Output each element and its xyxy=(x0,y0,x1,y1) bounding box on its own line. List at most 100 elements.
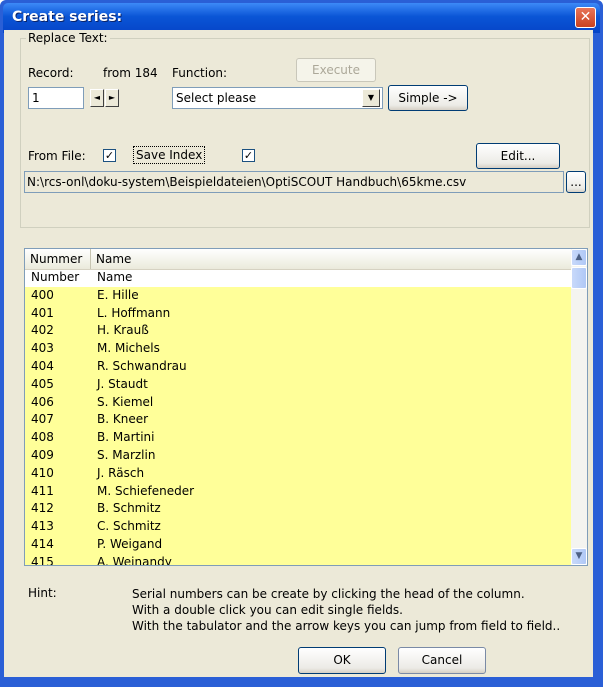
table-row[interactable]: 406 S. Kiemel xyxy=(25,393,571,412)
table-row[interactable]: 402 H. Krauß xyxy=(25,322,571,341)
table-row[interactable]: 413 C. Schmitz xyxy=(25,518,571,536)
scrollbar-thumb[interactable] xyxy=(571,267,587,289)
arrow-left-icon: ◄ xyxy=(93,93,101,102)
ok-button[interactable]: OK xyxy=(298,647,386,674)
ok-button-label: OK xyxy=(333,653,351,667)
cell-name[interactable]: B. Kneer xyxy=(97,411,148,429)
chevron-down-icon: ▼ xyxy=(575,551,583,561)
simple-button[interactable]: Simple -> xyxy=(388,85,468,111)
table-row[interactable]: 411 M. Schiefeneder xyxy=(25,482,571,501)
record-label: Record: xyxy=(28,66,74,80)
cell-number[interactable]: 408 xyxy=(31,429,54,447)
cell-name[interactable]: R. Schwandrau xyxy=(97,358,187,376)
function-label: Function: xyxy=(172,66,228,80)
function-dropdown-button[interactable]: ▼ xyxy=(362,89,380,107)
simple-button-label: Simple -> xyxy=(398,91,458,105)
table-row[interactable]: 405 J. Staudt xyxy=(25,375,571,394)
ellipsis-icon: ... xyxy=(570,175,582,189)
cell-number[interactable]: 413 xyxy=(31,518,54,536)
arrow-right-icon: ► xyxy=(108,93,116,102)
cancel-button-label: Cancel xyxy=(421,653,463,667)
cell-name[interactable]: B. Schmitz xyxy=(97,500,161,518)
grid-vertical-scrollbar[interactable]: ▲ ▼ xyxy=(571,249,587,565)
save-index-label[interactable]: Save Index xyxy=(133,146,206,164)
column-header-name[interactable]: Name xyxy=(91,249,571,269)
cell-name[interactable]: Name xyxy=(97,269,132,287)
check-icon: ✓ xyxy=(104,149,115,162)
edit-button[interactable]: Edit... xyxy=(476,143,560,169)
table-row[interactable]: 400 E. Hille xyxy=(25,286,571,305)
cell-number[interactable]: 406 xyxy=(31,394,54,412)
record-value: 1 xyxy=(32,91,40,105)
prev-record-button[interactable]: ◄ xyxy=(90,89,104,107)
cancel-button[interactable]: Cancel xyxy=(398,647,486,674)
cell-name[interactable]: S. Marzlin xyxy=(97,447,155,465)
cell-number[interactable]: 405 xyxy=(31,376,54,394)
cell-name[interactable]: H. Krauß xyxy=(97,322,149,340)
cell-name[interactable]: J. Räsch xyxy=(97,465,144,483)
cell-number[interactable]: 415 xyxy=(31,554,54,565)
dialog-title: Create series: xyxy=(12,9,123,25)
function-select[interactable]: Select please xyxy=(172,87,383,109)
cell-number[interactable]: 400 xyxy=(31,287,54,305)
next-record-button[interactable]: ► xyxy=(105,89,119,107)
table-row[interactable]: 412 B. Schmitz xyxy=(25,500,571,519)
close-icon: ✕ xyxy=(579,9,592,25)
scroll-down-button[interactable]: ▼ xyxy=(571,548,587,565)
chevron-down-icon: ▼ xyxy=(367,93,375,102)
cell-number[interactable]: 402 xyxy=(31,322,54,340)
cell-number[interactable]: 412 xyxy=(31,500,54,518)
column-header-nummer[interactable]: Nummer xyxy=(25,249,91,269)
table-row[interactable]: 415 A. Weinandy xyxy=(25,553,571,565)
cell-number[interactable]: 401 xyxy=(31,305,54,323)
hint-line: Serial numbers can be create by clicking… xyxy=(132,587,525,601)
cell-number[interactable]: 404 xyxy=(31,358,54,376)
cell-number[interactable]: 411 xyxy=(31,483,54,501)
cell-name[interactable]: L. Hoffmann xyxy=(97,305,170,323)
cell-number[interactable]: 407 xyxy=(31,411,54,429)
cell-name[interactable]: M. Michels xyxy=(97,340,160,358)
table-row[interactable]: 410 J. Räsch xyxy=(25,464,571,483)
cell-name[interactable]: C. Schmitz xyxy=(97,518,161,536)
close-button[interactable]: ✕ xyxy=(575,7,596,28)
browse-button[interactable]: ... xyxy=(566,171,586,193)
cell-number[interactable]: 403 xyxy=(31,340,54,358)
data-grid[interactable]: Nummer Name Number Name 400 E. Hille 401 L.… xyxy=(24,248,588,566)
cell-name[interactable]: M. Schiefeneder xyxy=(97,483,194,501)
table-row[interactable]: 409 S. Marzlin xyxy=(25,446,571,465)
record-count-label: from 184 xyxy=(103,66,158,80)
grid-header: Nummer Name xyxy=(25,249,571,270)
table-row[interactable]: Number Name xyxy=(25,269,571,287)
record-input[interactable]: 1 xyxy=(28,87,84,109)
from-file-checkbox[interactable]: ✓ xyxy=(103,149,116,162)
table-row[interactable]: 403 M. Michels xyxy=(25,340,571,358)
cell-name[interactable]: B. Martini xyxy=(97,429,154,447)
execute-button[interactable]: Execute xyxy=(296,58,376,82)
hint-line: With the tabulator and the arrow keys yo… xyxy=(132,619,561,633)
title-bar[interactable]: Create series: ✕ xyxy=(3,3,600,33)
cell-name[interactable]: A. Weinandy xyxy=(97,554,172,565)
cell-number[interactable]: 409 xyxy=(31,447,54,465)
table-row[interactable]: 407 B. Kneer xyxy=(25,411,571,430)
file-path-value: N:\rcs-onl\doku-system\Beispieldateien\O… xyxy=(27,175,467,189)
cell-number[interactable]: Number xyxy=(31,269,79,287)
file-path-field[interactable]: N:\rcs-onl\doku-system\Beispieldateien\O… xyxy=(24,171,564,193)
execute-button-label: Execute xyxy=(312,63,360,77)
table-row[interactable]: 404 R. Schwandrau xyxy=(25,357,571,376)
cell-number[interactable]: 414 xyxy=(31,536,54,554)
cell-name[interactable]: E. Hille xyxy=(97,287,139,305)
hint-line: With a double click you can edit single … xyxy=(132,603,403,617)
cell-name[interactable]: J. Staudt xyxy=(97,376,148,394)
cell-name[interactable]: S. Kiemel xyxy=(97,394,153,412)
cell-name[interactable]: P. Weigand xyxy=(97,536,162,554)
table-row[interactable]: 414 P. Weigand xyxy=(25,535,571,554)
save-index-checkbox[interactable]: ✓ xyxy=(242,149,255,162)
chevron-up-icon: ▲ xyxy=(575,252,583,262)
check-icon: ✓ xyxy=(243,149,254,162)
hint-text: Serial numbers can be create by clicking… xyxy=(132,586,560,634)
cell-number[interactable]: 410 xyxy=(31,465,54,483)
table-row[interactable]: 401 L. Hoffmann xyxy=(25,304,571,323)
grid-rows: Number Name 400 E. Hille 401 L. Hoffmann 40… xyxy=(25,269,571,565)
table-row[interactable]: 408 B. Martini xyxy=(25,429,571,447)
scroll-up-button[interactable]: ▲ xyxy=(571,249,587,266)
